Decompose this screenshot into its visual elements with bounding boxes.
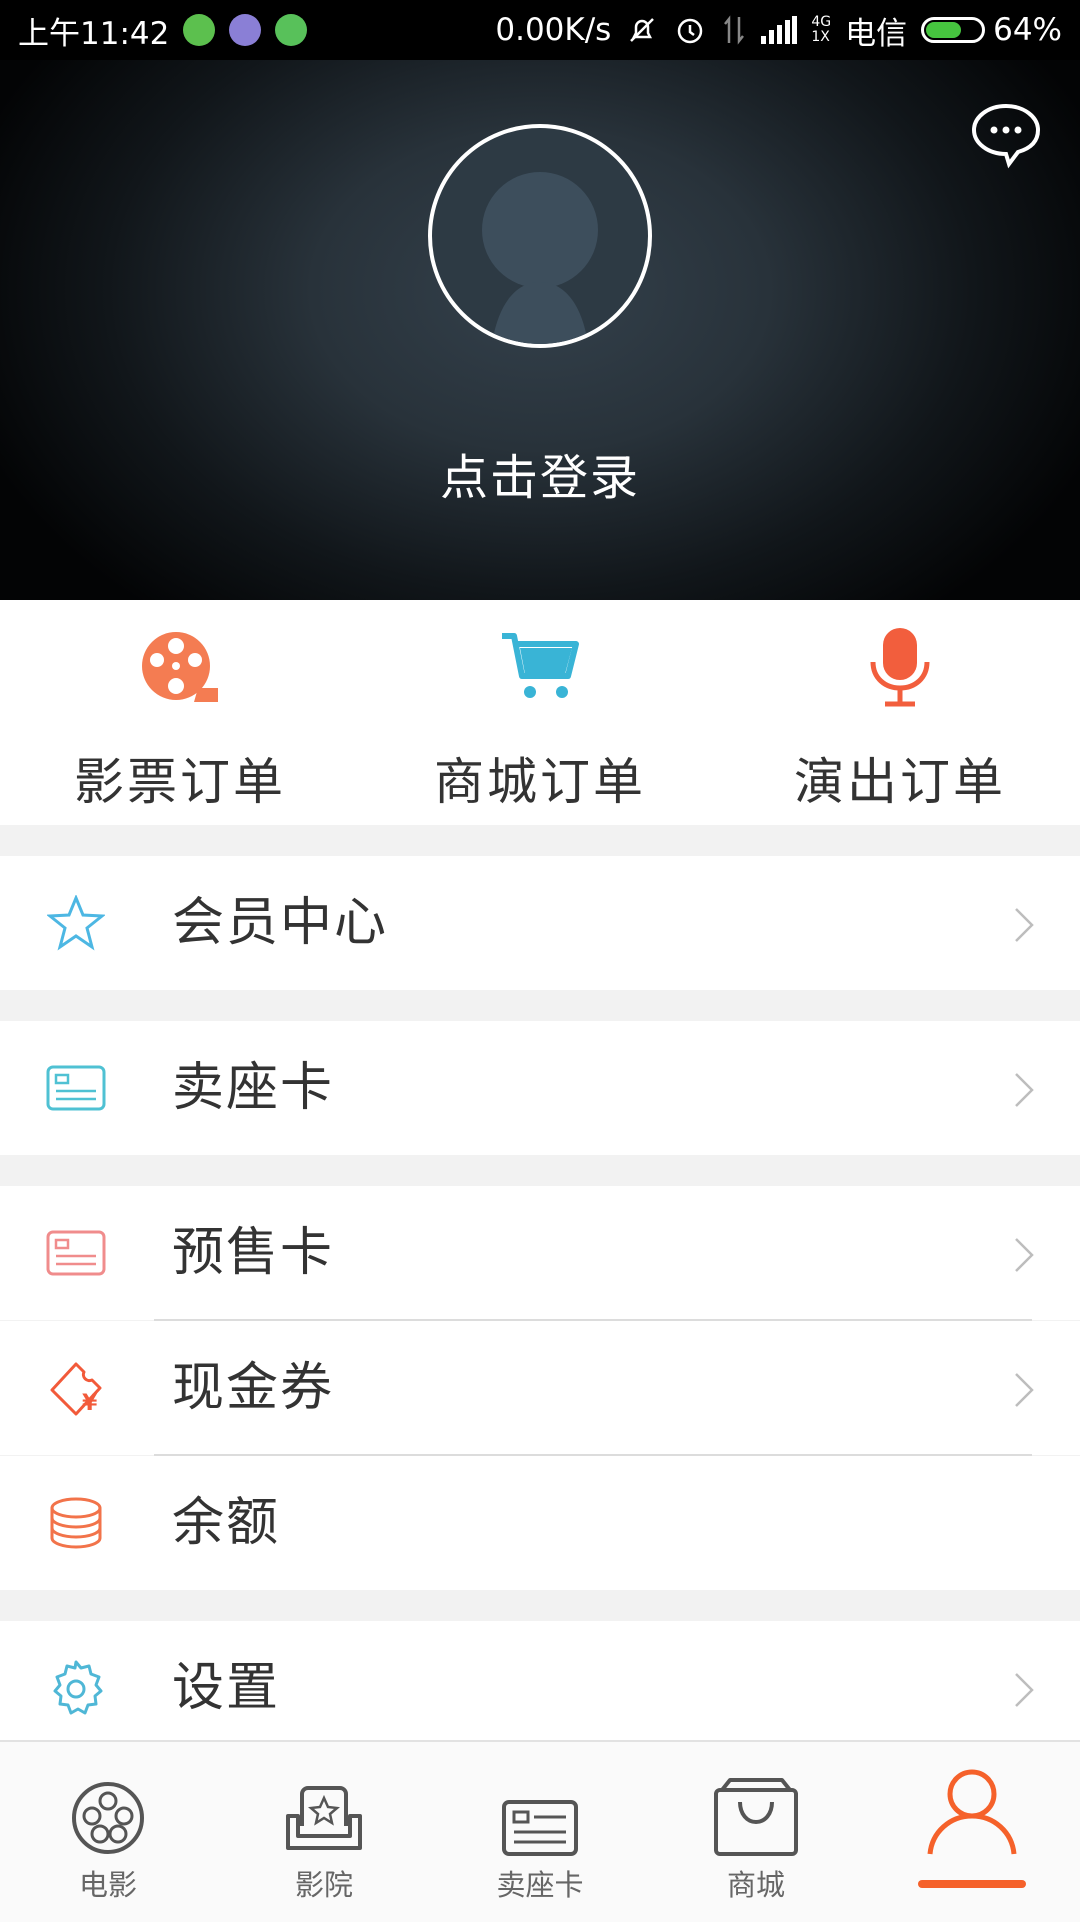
menu-item-label: 卖座卡 [172, 1058, 335, 1118]
tab-label: 影院 [294, 1868, 353, 1902]
profile-header: 点击登录 [0, 60, 1080, 600]
tab-label: 卖座卡 [496, 1868, 584, 1902]
film-reel-icon [135, 628, 225, 708]
message-button[interactable] [968, 98, 1044, 174]
chevron-right-icon [1015, 1373, 1034, 1407]
card-icon [46, 1060, 106, 1116]
alarm-icon [673, 13, 707, 47]
card-icon [46, 1225, 106, 1281]
chevron-right-icon [1015, 1073, 1034, 1107]
chevron-right-icon [1015, 1238, 1034, 1272]
menu-item-label: 设置 [172, 1658, 281, 1718]
tab-label: 商城 [726, 1868, 785, 1902]
person-icon [924, 1769, 1020, 1856]
menu-item-seat-card[interactable]: 卖座卡 [0, 1021, 1080, 1155]
signal-icon [761, 16, 798, 44]
star-icon [46, 895, 106, 951]
notification-app-icon [183, 14, 216, 46]
orders-section: 影票订单 商城订单 演出订单 [0, 600, 1080, 825]
silent-bell-icon [625, 13, 659, 47]
active-tab-indicator [918, 1880, 1026, 1888]
notification-app-icon [229, 14, 262, 46]
menu-item-presale-card[interactable]: 预售卡 [0, 1186, 1080, 1320]
battery-icon [921, 17, 986, 43]
chevron-right-icon [1015, 908, 1034, 942]
menu-item-settings[interactable]: 设置 [0, 1621, 1080, 1755]
net-speed: 0.00K/s [495, 12, 612, 48]
card-icon [502, 1776, 578, 1856]
chevron-right-icon [1015, 1673, 1034, 1707]
shopping-cart-icon [495, 628, 585, 708]
gear-icon [46, 1660, 106, 1716]
seat-star-icon [284, 1776, 364, 1856]
network-type: 4G 1X [811, 14, 832, 45]
tab-movies[interactable]: 电影 [0, 1742, 216, 1922]
avatar[interactable] [428, 124, 652, 348]
battery-indicator: 64% [921, 12, 1062, 48]
status-time: 上午11:42 [18, 15, 170, 52]
menu-item-member-center[interactable]: 会员中心 [0, 856, 1080, 990]
svg-text:¥: ¥ [82, 1391, 98, 1416]
shopping-bag-icon [712, 1776, 800, 1856]
ticket-orders-button[interactable]: 影票订单 [0, 600, 360, 825]
person-silhouette-icon [482, 172, 598, 344]
ticket-orders-label: 影票订单 [74, 753, 286, 811]
menu-item-label: 现金券 [172, 1358, 335, 1418]
notification-android-icon [275, 14, 308, 46]
tab-cinemas[interactable]: 影院 [216, 1742, 432, 1922]
menu-item-label: 余额 [172, 1493, 281, 1553]
show-orders-label: 演出订单 [794, 753, 1006, 811]
menu-item-cash-coupon[interactable]: ¥ 现金券 [0, 1321, 1080, 1455]
menu-item-label: 会员中心 [172, 893, 389, 953]
login-link[interactable]: 点击登录 [0, 438, 1080, 508]
tab-mall[interactable]: 商城 [648, 1742, 864, 1922]
status-bar: 上午11:42 0.00K/s 4G 1X 电信 64% [0, 0, 1080, 60]
menu-item-label: 预售卡 [172, 1223, 335, 1283]
coin-stack-icon [46, 1495, 106, 1551]
menu-item-balance[interactable]: 余额 [0, 1456, 1080, 1590]
microphone-icon [855, 628, 945, 708]
coupon-yen-icon: ¥ [46, 1360, 106, 1416]
bottom-tab-bar: 电影 影院 卖座卡 商城 [0, 1740, 1080, 1922]
chat-bubble-icon [971, 103, 1041, 169]
carrier-name: 电信 [845, 15, 908, 52]
show-orders-button[interactable]: 演出订单 [720, 600, 1080, 825]
mall-orders-button[interactable]: 商城订单 [360, 600, 720, 825]
battery-percent: 64% [993, 12, 1062, 48]
tab-label: 电影 [78, 1868, 137, 1902]
tab-profile[interactable] [864, 1742, 1080, 1922]
film-reel-icon [70, 1776, 146, 1856]
data-transfer-icon [721, 13, 747, 47]
tab-seat-card[interactable]: 卖座卡 [432, 1742, 648, 1922]
mall-orders-label: 商城订单 [434, 753, 646, 811]
